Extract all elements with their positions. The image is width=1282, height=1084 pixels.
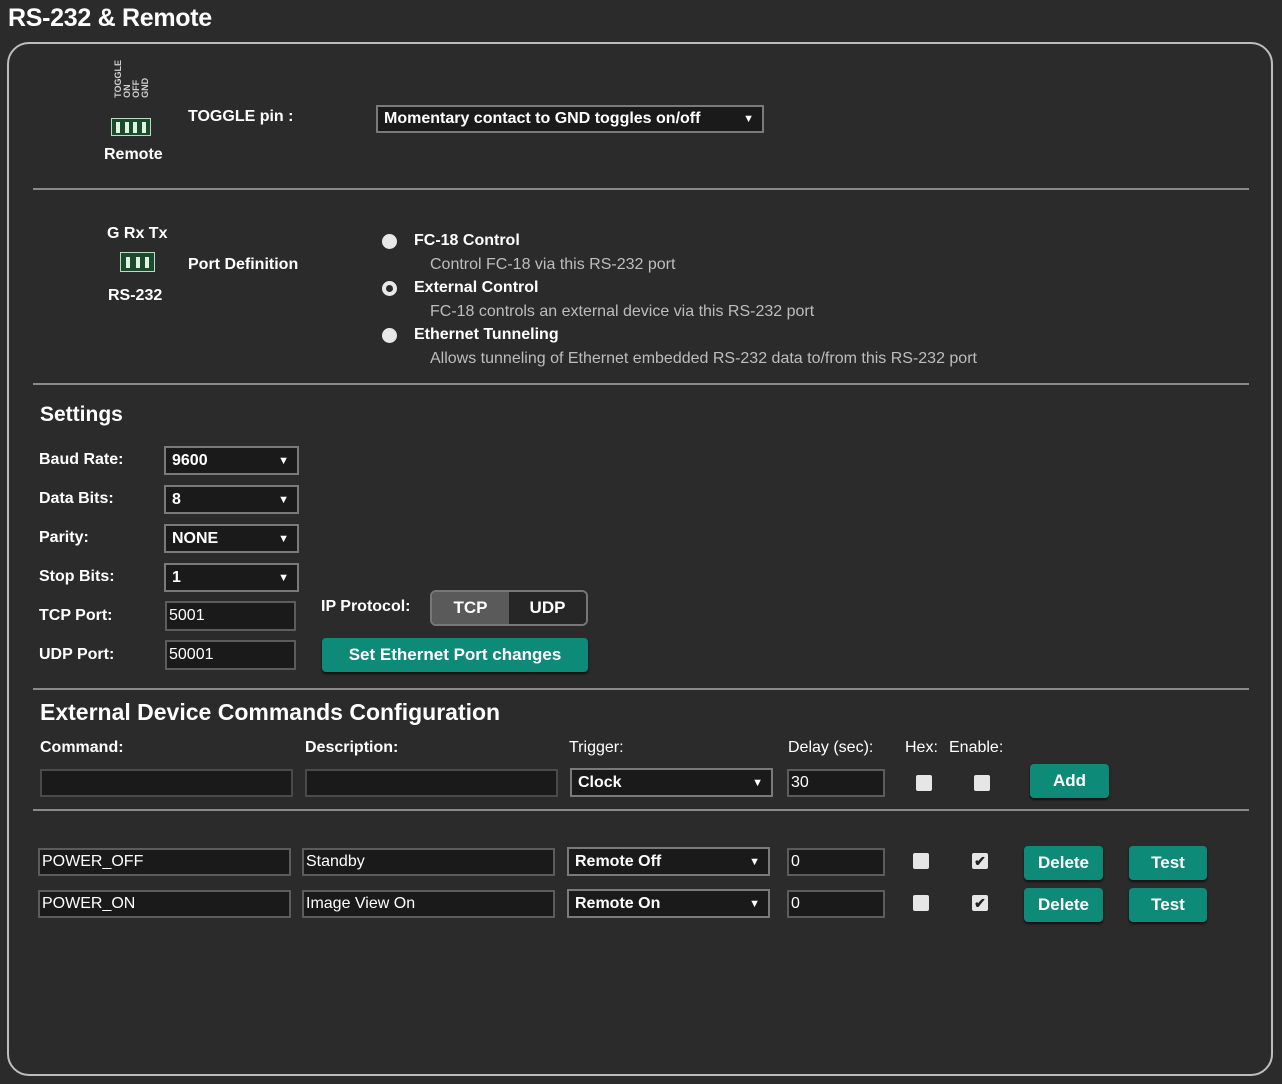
row2-delay-value: 0: [791, 895, 800, 912]
data-bits-label: Data Bits:: [39, 490, 114, 507]
toggle-pin-label: TOGGLE pin :: [188, 108, 294, 125]
row2-hex-checkbox[interactable]: [913, 895, 929, 911]
chevron-down-icon: ▼: [749, 855, 760, 868]
row2-enable-checkbox[interactable]: ✔: [972, 895, 988, 911]
row1-description-value: Standby: [306, 853, 365, 870]
tcp-port-input[interactable]: 5001: [165, 601, 296, 631]
stop-bits-value: 1: [172, 568, 181, 586]
stop-bits-label: Stop Bits:: [39, 568, 115, 585]
chevron-down-icon: ▼: [278, 454, 289, 467]
stop-bits-select[interactable]: 1 ▼: [164, 563, 299, 592]
new-hex-checkbox[interactable]: [916, 775, 932, 791]
col-delay: Delay (sec):: [788, 739, 874, 756]
remote-connector-icon: [111, 118, 151, 136]
row2-command-input[interactable]: POWER_ON: [38, 890, 291, 918]
row2-delete-button[interactable]: Delete: [1024, 888, 1103, 922]
toggle-pin-select[interactable]: Momentary contact to GND toggles on/off …: [376, 105, 764, 133]
parity-label: Parity:: [39, 529, 89, 546]
new-description-input[interactable]: [305, 769, 558, 797]
row1-trigger-value: Remote Off: [575, 852, 662, 870]
rs232-connector-icon: [120, 252, 155, 272]
data-bits-select[interactable]: 8 ▼: [164, 485, 299, 514]
row1-command-input[interactable]: POWER_OFF: [38, 848, 291, 876]
parity-select[interactable]: NONE ▼: [164, 524, 299, 553]
option-tunneling-title[interactable]: Ethernet Tunneling: [414, 326, 559, 344]
chevron-down-icon: ▼: [743, 113, 754, 125]
parity-value: NONE: [172, 529, 219, 547]
option-external-title[interactable]: External Control: [414, 279, 538, 297]
ip-protocol-label: IP Protocol:: [321, 598, 411, 615]
chevron-down-icon: ▼: [278, 493, 289, 506]
radio-fc18-control[interactable]: [382, 234, 397, 249]
option-fc18-title[interactable]: FC-18 Control: [414, 232, 520, 250]
col-description: Description:: [305, 739, 399, 756]
divider: [33, 688, 1249, 690]
row1-description-input[interactable]: Standby: [302, 848, 555, 876]
add-command-button[interactable]: Add: [1030, 764, 1109, 798]
row1-delay-value: 0: [791, 853, 800, 870]
baud-rate-value: 9600: [172, 451, 208, 469]
col-hex: Hex:: [905, 739, 938, 756]
row1-delete-button[interactable]: Delete: [1024, 846, 1103, 880]
rs232-label: RS-232: [108, 287, 163, 304]
divider: [33, 188, 1249, 190]
row1-enable-checkbox[interactable]: ✔: [972, 853, 988, 869]
row2-trigger-value: Remote On: [575, 894, 661, 912]
chevron-down-icon: ▼: [752, 776, 763, 789]
row2-trigger-select[interactable]: Remote On ▼: [567, 889, 770, 918]
row1-command-value: POWER_OFF: [42, 853, 144, 870]
option-fc18-desc: Control FC-18 via this RS-232 port: [430, 256, 676, 273]
chevron-down-icon: ▼: [278, 532, 289, 545]
set-ethernet-port-button[interactable]: Set Ethernet Port changes: [322, 638, 588, 672]
row1-test-button[interactable]: Test: [1129, 846, 1207, 880]
udp-port-value: 50001: [169, 646, 214, 663]
chevron-down-icon: ▼: [278, 571, 289, 584]
new-command-input[interactable]: [40, 769, 293, 797]
row1-delay-input[interactable]: 0: [787, 848, 885, 876]
udp-port-input[interactable]: 50001: [165, 640, 296, 670]
remote-label: Remote: [104, 146, 163, 163]
col-enable: Enable:: [949, 739, 1004, 756]
row2-test-button[interactable]: Test: [1129, 888, 1207, 922]
baud-rate-label: Baud Rate:: [39, 451, 124, 468]
radio-external-control[interactable]: [382, 281, 397, 296]
tcp-port-value: 5001: [169, 607, 205, 624]
new-trigger-value: Clock: [578, 773, 622, 791]
new-delay-input[interactable]: 30: [787, 769, 885, 797]
ip-protocol-udp[interactable]: UDP: [509, 592, 586, 624]
toggle-pin-value: Momentary contact to GND toggles on/off: [384, 110, 701, 127]
tcp-port-label: TCP Port:: [39, 607, 113, 624]
baud-rate-select[interactable]: 9600 ▼: [164, 446, 299, 475]
option-tunneling-desc: Allows tunneling of Ethernet embedded RS…: [430, 350, 977, 367]
settings-heading: Settings: [40, 403, 123, 426]
udp-port-label: UDP Port:: [39, 646, 115, 663]
ip-protocol-toggle[interactable]: TCP UDP: [430, 590, 588, 626]
new-enable-checkbox[interactable]: [974, 775, 990, 791]
new-trigger-select[interactable]: Clock ▼: [570, 768, 773, 797]
col-command: Command:: [40, 739, 124, 756]
row2-command-value: POWER_ON: [42, 895, 136, 912]
radio-ethernet-tunneling[interactable]: [382, 328, 397, 343]
data-bits-value: 8: [172, 490, 181, 508]
row2-delay-input[interactable]: 0: [787, 890, 885, 918]
remote-pin-gnd: GND: [140, 77, 150, 98]
option-external-desc: FC-18 controls an external device via th…: [430, 303, 815, 320]
divider: [33, 383, 1249, 385]
new-delay-value: 30: [791, 774, 809, 791]
port-definition-label: Port Definition: [188, 256, 299, 273]
page-title: RS-232 & Remote: [8, 4, 212, 32]
remote-pin-labels: TOGGLE ON OFF GND: [113, 60, 150, 98]
commands-heading: External Device Commands Configuration: [40, 699, 501, 725]
row1-trigger-select[interactable]: Remote Off ▼: [567, 847, 770, 876]
chevron-down-icon: ▼: [749, 897, 760, 910]
divider: [33, 809, 1249, 811]
row1-hex-checkbox[interactable]: [913, 853, 929, 869]
rs232-pins-label: G Rx Tx: [107, 225, 168, 242]
ip-protocol-tcp[interactable]: TCP: [432, 592, 509, 624]
col-trigger: Trigger:: [569, 739, 624, 756]
row2-description-input[interactable]: Image View On: [302, 890, 555, 918]
row2-description-value: Image View On: [306, 895, 416, 912]
